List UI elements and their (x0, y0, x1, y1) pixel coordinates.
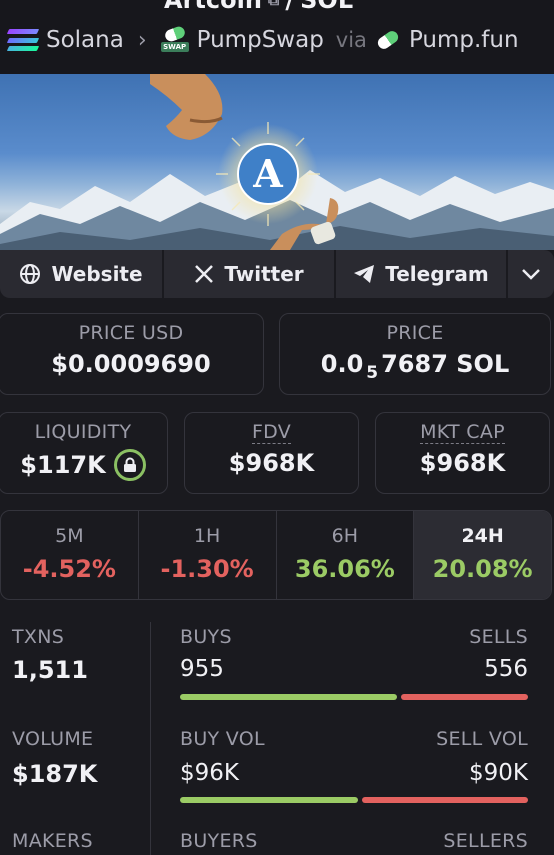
price-native-zero-count: 5 (366, 363, 379, 383)
tab-1h[interactable]: 1H -1.30% (139, 511, 277, 599)
buys-label: BUYS (180, 626, 232, 648)
buy-vol-value: $96K (180, 760, 239, 786)
chevron-down-icon (522, 269, 540, 280)
breadcrumb: Solana › SWAP PumpSwap via Pump.fun (6, 24, 519, 54)
market-cap-label: MKT CAP (420, 421, 505, 444)
social-links: Website Twitter Telegram (0, 250, 554, 298)
dex-link[interactable]: PumpSwap (197, 27, 324, 53)
telegram-label: Telegram (385, 262, 489, 286)
tab-1h-label: 1H (193, 525, 221, 547)
buy-vol-label: BUY VOL (180, 728, 265, 750)
stats-divider (150, 622, 151, 855)
pumpfun-pill-icon (375, 28, 401, 52)
price-native-value: 0.0 5 7687 SOL (280, 350, 550, 383)
price-usd-value: $0.0009690 (51, 350, 211, 378)
makers-label: MAKERS (12, 830, 93, 852)
tab-6h-value: 36.06% (294, 555, 395, 583)
buy-vol-bar (180, 797, 358, 803)
sellers-label: SELLERS (443, 830, 528, 852)
trade-stats: TXNS 1,511 BUYS 955 SELLS 556 VOLUME $18… (0, 600, 554, 855)
volume-label: VOLUME (12, 728, 94, 750)
tab-24h-label: 24H (461, 525, 504, 547)
tab-5m-label: 5M (55, 525, 84, 547)
price-native-prefix: 0.0 (320, 350, 364, 378)
sells-bar (401, 694, 528, 700)
price-usd-label: PRICE USD (78, 322, 184, 344)
pair-title: Artcoin ⧉ / SOL (164, 0, 353, 14)
pair-header: Artcoin ⧉ / SOL Solana › SWAP PumpSwap v… (0, 0, 554, 74)
liquidity-value: $117K (20, 451, 106, 479)
tab-6h[interactable]: 6H 36.06% (277, 511, 415, 599)
via-label: via (335, 28, 367, 52)
x-icon (195, 265, 214, 283)
price-native-label: PRICE (386, 322, 444, 344)
tab-6h-label: 6H (331, 525, 359, 547)
launchpad-link[interactable]: Pump.fun (409, 27, 519, 53)
telegram-button[interactable]: Telegram (336, 250, 508, 298)
twitter-label: Twitter (224, 262, 304, 286)
website-button[interactable]: Website (0, 250, 164, 298)
sell-vol-bar (362, 797, 528, 803)
chevron-right-icon: › (137, 27, 147, 53)
website-label: Website (51, 262, 143, 286)
tab-24h-value: 20.08% (432, 555, 533, 583)
tab-1h-value: -1.30% (160, 555, 254, 583)
pair-base: Artcoin (164, 0, 262, 14)
price-native-digits: 7687 SOL (381, 350, 510, 378)
lock-icon[interactable] (113, 449, 146, 481)
buyers-label: BUYERS (180, 830, 258, 852)
txns-label: TXNS (12, 626, 65, 648)
copy-icon[interactable]: ⧉ (268, 0, 279, 10)
sell-vol-value: $90K (469, 760, 528, 786)
fdv-card: FDV $968K (184, 412, 359, 494)
tab-5m[interactable]: 5M -4.52% (1, 511, 139, 599)
solana-logo-icon (6, 29, 40, 51)
tab-5m-value: -4.52% (22, 555, 116, 583)
globe-icon (20, 264, 41, 284)
market-cap-card: MKT CAP $968K (375, 412, 550, 494)
txns-value: 1,511 (12, 656, 88, 684)
buys-bar (180, 694, 397, 700)
fdv-value: $968K (228, 449, 315, 477)
more-links-button[interactable] (508, 250, 554, 298)
market-cap-value: $968K (419, 449, 506, 477)
volume-value: $187K (12, 760, 98, 788)
pair-quote: SOL (300, 0, 354, 14)
liquidity-value-row: $117K (0, 449, 167, 481)
price-usd-card: PRICE USD $0.0009690 (0, 313, 264, 395)
pair-separator: / (285, 0, 295, 14)
svg-text:A: A (252, 151, 283, 196)
twitter-button[interactable]: Twitter (164, 250, 336, 298)
liquidity-label: LIQUIDITY (34, 421, 132, 443)
sells-label: SELLS (469, 626, 528, 648)
fdv-label: FDV (251, 421, 292, 444)
chain-link[interactable]: Solana (46, 27, 124, 53)
tab-24h[interactable]: 24H 20.08% (414, 511, 551, 599)
token-banner-image: A (0, 74, 554, 250)
price-change-tabs: 5M -4.52% 1H -1.30% 6H 36.06% 24H 20.08% (0, 510, 552, 600)
telegram-icon (354, 265, 375, 283)
pumpswap-logo-icon: SWAP (160, 24, 189, 52)
liquidity-card: LIQUIDITY $117K (0, 412, 168, 494)
sell-vol-label: SELL VOL (436, 728, 528, 750)
sells-value: 556 (484, 656, 528, 682)
buys-value: 955 (180, 656, 224, 682)
price-native-card: PRICE 0.0 5 7687 SOL (279, 313, 551, 395)
